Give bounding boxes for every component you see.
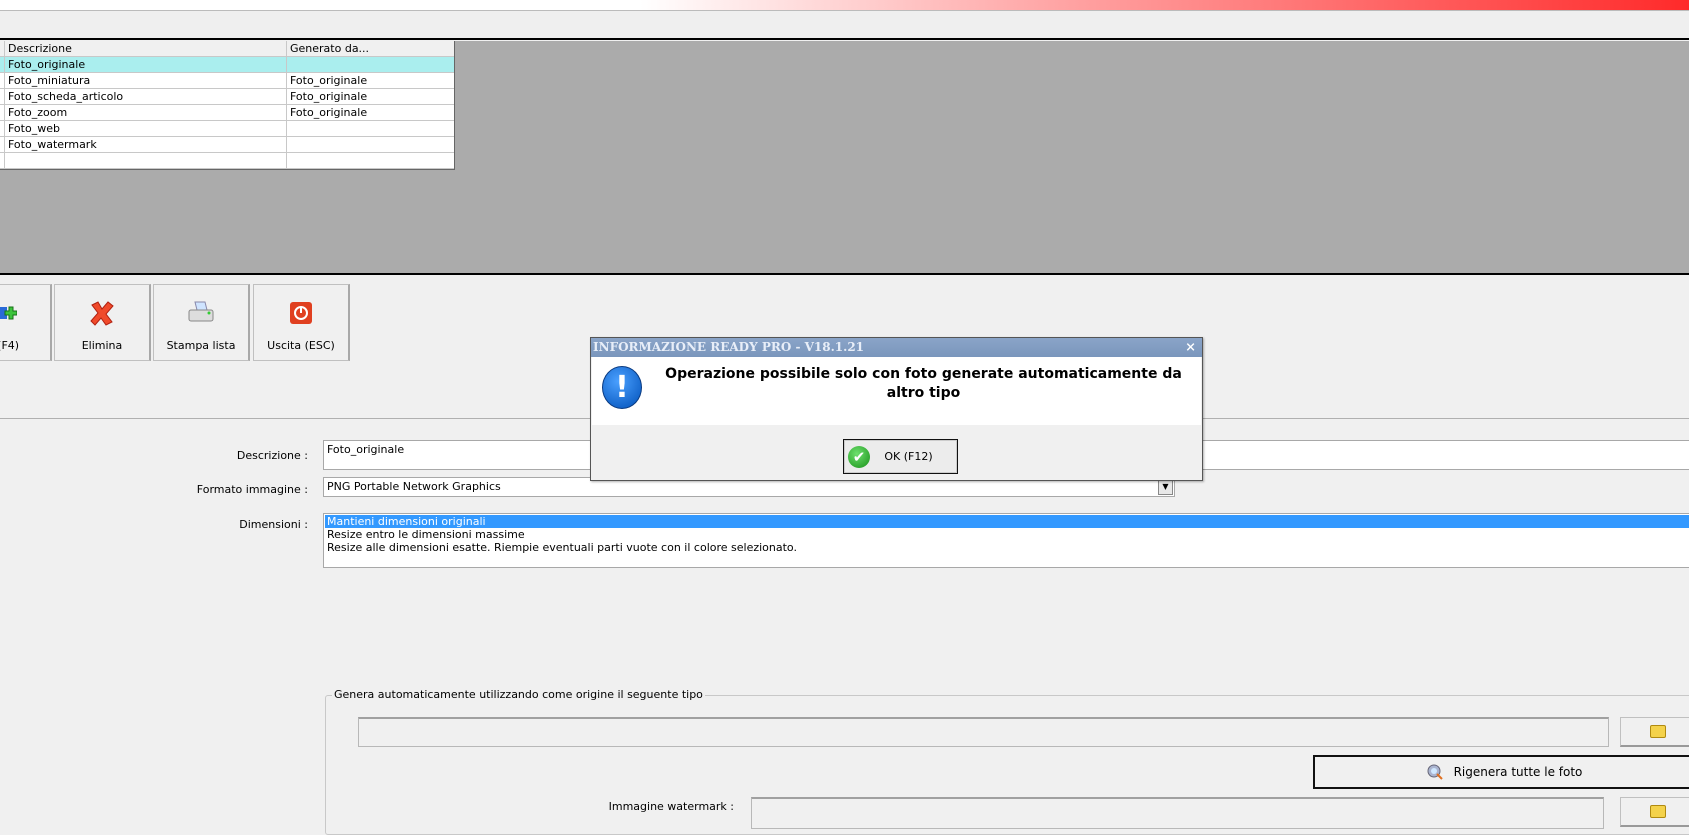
list-item[interactable]: Resize alle dimensioni esatte. Riempie e… <box>325 541 1689 554</box>
dimensioni-label: Dimensioni : <box>239 518 308 531</box>
cell-descrizione: Foto_web <box>5 121 287 136</box>
grid-header: Descrizione Generato da... <box>0 41 454 57</box>
column-header-generato-da[interactable]: Generato da... <box>287 41 454 56</box>
cell-descrizione: Foto_zoom <box>5 105 287 120</box>
browse-origin-button[interactable] <box>1620 717 1689 747</box>
ok-button-label: OK (F12) <box>884 450 933 463</box>
list-item[interactable]: Mantieni dimensioni originali <box>325 515 1689 528</box>
delete-button[interactable]: Elimina <box>54 284 151 361</box>
cell-descrizione: Foto_miniatura <box>5 73 287 88</box>
dialog-message: Operazione possibile solo con foto gener… <box>665 366 1182 401</box>
watermark-input[interactable] <box>751 797 1604 829</box>
cell-generato-da <box>287 57 454 72</box>
checkmark-icon: ✔ <box>848 445 870 468</box>
close-icon[interactable]: × <box>1185 338 1196 357</box>
list-item[interactable]: Resize entro le dimensioni massime <box>325 528 1689 541</box>
cell-descrizione: Foto_scheda_articolo <box>5 89 287 104</box>
delete-x-icon <box>90 301 114 326</box>
cell-generato-da <box>287 137 454 152</box>
browse-watermark-button[interactable] <box>1620 797 1689 827</box>
top-toolbar <box>0 11 1689 40</box>
watermark-label: Immagine watermark : <box>608 800 734 813</box>
new-button[interactable]: o (F4) <box>0 284 52 361</box>
table-row[interactable]: Foto_scheda_articolo Foto_originale <box>0 89 454 105</box>
ok-button[interactable]: ✔ OK (F12) <box>843 439 958 474</box>
regenerate-all-button[interactable]: Rigenera tutte le foto <box>1313 755 1689 789</box>
table-row[interactable]: Foto_zoom Foto_originale <box>0 105 454 121</box>
descrizione-label: Descrizione : <box>236 449 308 462</box>
table-row[interactable]: Foto_watermark <box>0 137 454 153</box>
printer-icon <box>188 301 214 322</box>
cell-descrizione: Foto_originale <box>5 57 287 72</box>
folder-icon <box>1649 725 1666 738</box>
dropdown-arrow-icon[interactable]: ▼ <box>1158 479 1173 495</box>
photo-types-grid: Descrizione Generato da... Foto_original… <box>0 41 455 170</box>
formato-label: Formato immagine : <box>196 483 308 496</box>
print-list-button[interactable]: Stampa lista <box>153 284 250 361</box>
cell-generato-da: Foto_originale <box>290 106 368 119</box>
origin-type-input[interactable] <box>358 717 1609 747</box>
exit-button-label: Uscita (ESC) <box>267 339 335 352</box>
folder-icon <box>1649 805 1666 818</box>
delete-button-label: Elimina <box>81 339 123 352</box>
group-label: Genera automaticamente utilizzando come … <box>332 688 705 701</box>
dialog-title: INFORMAZIONE READY PRO - V18.1.21 <box>593 340 865 354</box>
table-row-empty[interactable] <box>0 153 454 169</box>
dialog-body: ! Operazione possibile solo con foto gen… <box>592 357 1201 425</box>
regenerate-icon <box>1427 764 1443 780</box>
dimensioni-listbox[interactable]: Mantieni dimensioni originali Resize ent… <box>323 513 1689 568</box>
cell-descrizione: Foto_watermark <box>5 137 287 152</box>
exclamation-icon: ! <box>602 366 642 409</box>
cell-generato-da: Foto_originale <box>290 74 368 87</box>
formato-value: PNG Portable Network Graphics <box>327 480 501 493</box>
title-bar <box>0 0 1689 11</box>
exit-button[interactable]: Uscita (ESC) <box>253 284 350 361</box>
dialog-title-bar[interactable]: INFORMAZIONE READY PRO - V18.1.21 × <box>591 338 1202 357</box>
power-icon <box>290 302 312 324</box>
new-button-label: o (F4) <box>0 339 20 352</box>
table-row[interactable]: Foto_originale <box>0 57 454 73</box>
info-dialog: INFORMAZIONE READY PRO - V18.1.21 × ! Op… <box>590 337 1203 481</box>
print-list-button-label: Stampa lista <box>166 339 236 352</box>
table-row[interactable]: Foto_web <box>0 121 454 137</box>
regenerate-all-label: Rigenera tutte le foto <box>1453 765 1583 779</box>
add-icon <box>0 306 17 320</box>
cell-generato-da: Foto_originale <box>290 90 368 103</box>
table-row[interactable]: Foto_miniatura Foto_originale <box>0 73 454 89</box>
cell-generato-da <box>287 121 454 136</box>
column-header-descrizione[interactable]: Descrizione <box>5 41 287 56</box>
